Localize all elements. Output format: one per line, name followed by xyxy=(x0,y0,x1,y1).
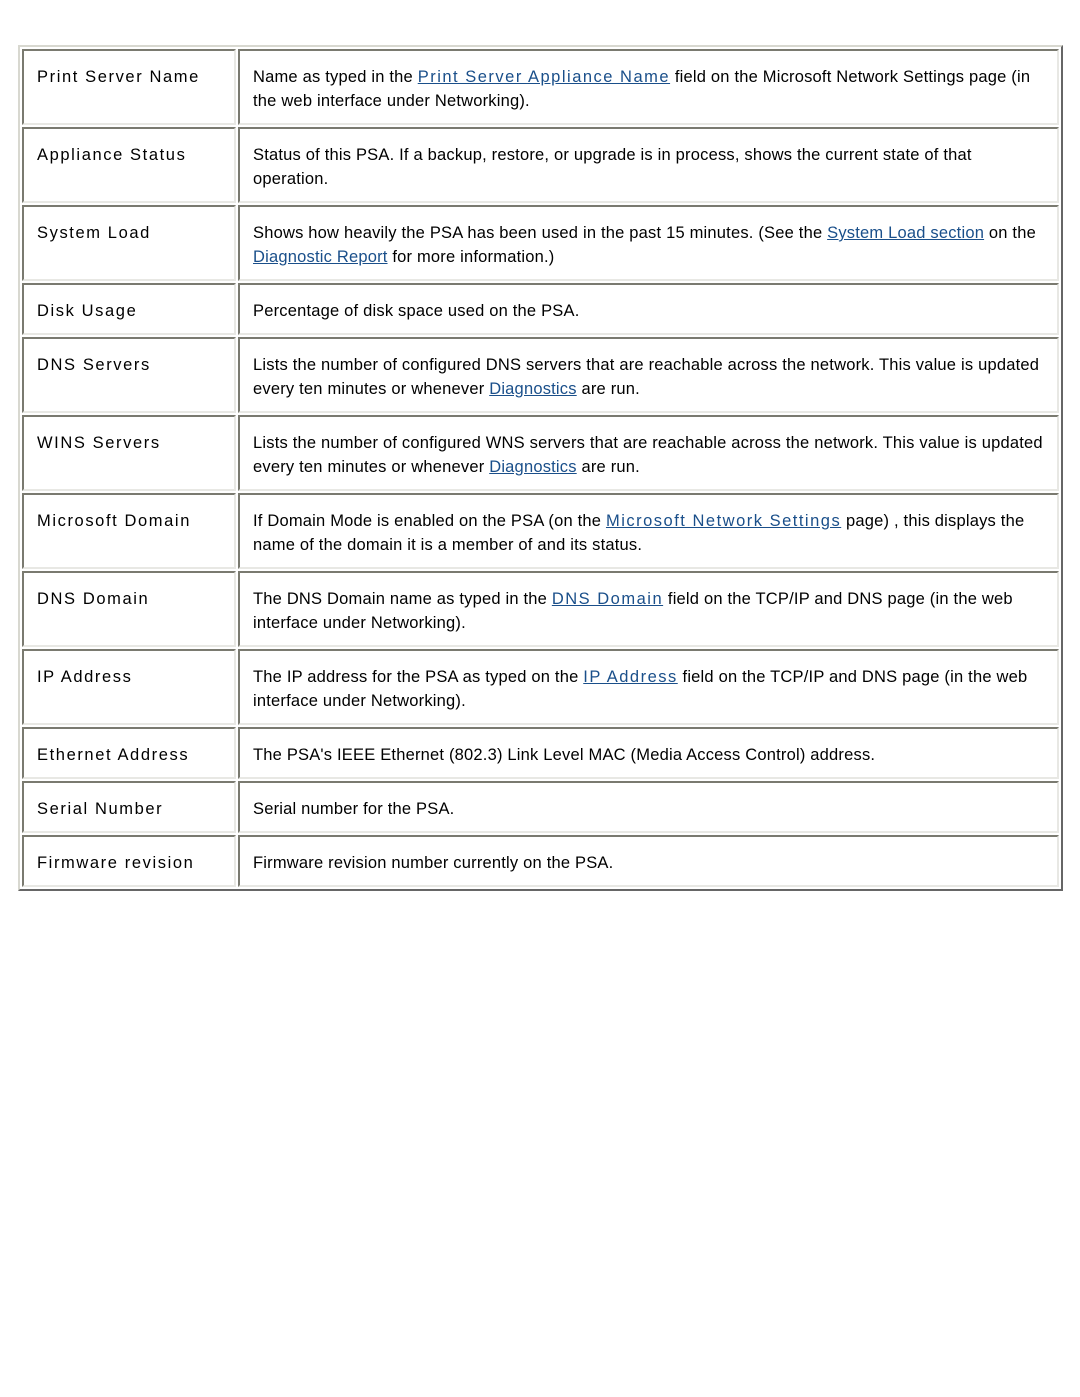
system-load-section-link[interactable]: System Load section xyxy=(827,224,984,242)
term-cell: DNS Servers xyxy=(22,337,236,413)
table-row: IP Address The IP address for the PSA as… xyxy=(22,649,1059,725)
description-cell: Name as typed in the Print Server Applia… xyxy=(238,49,1059,125)
description-text: The DNS Domain name as typed in the xyxy=(253,590,552,608)
term-cell: IP Address xyxy=(22,649,236,725)
description-cell: Percentage of disk space used on the PSA… xyxy=(238,283,1059,335)
term-cell: Print Server Name xyxy=(22,49,236,125)
definitions-table: Print Server Name Name as typed in the P… xyxy=(18,45,1063,891)
description-text: on the xyxy=(984,224,1036,242)
table-row: Ethernet Address The PSA's IEEE Ethernet… xyxy=(22,727,1059,779)
description-cell: If Domain Mode is enabled on the PSA (on… xyxy=(238,493,1059,569)
term-cell: System Load xyxy=(22,205,236,281)
description-text: The PSA's IEEE Ethernet (802.3) Link Lev… xyxy=(253,746,876,764)
ip-address-link[interactable]: IP Address xyxy=(583,668,678,686)
dns-domain-link[interactable]: DNS Domain xyxy=(552,590,663,608)
term-cell: Disk Usage xyxy=(22,283,236,335)
description-cell: Lists the number of configured WNS serve… xyxy=(238,415,1059,491)
description-text: The IP address for the PSA as typed on t… xyxy=(253,668,584,686)
diagnostics-link[interactable]: Diagnostics xyxy=(489,380,577,398)
table-row: System Load Shows how heavily the PSA ha… xyxy=(22,205,1059,281)
table-row: Serial Number Serial number for the PSA. xyxy=(22,781,1059,833)
description-text: If Domain Mode is enabled on the PSA (on… xyxy=(253,512,606,530)
microsoft-network-settings-link[interactable]: Microsoft Network Settings xyxy=(606,512,841,530)
diagnostics-link[interactable]: Diagnostics xyxy=(489,458,577,476)
table-row: Microsoft Domain If Domain Mode is enabl… xyxy=(22,493,1059,569)
table-row: DNS Servers Lists the number of configur… xyxy=(22,337,1059,413)
description-text: Lists the number of configured WNS serve… xyxy=(253,434,1043,476)
description-text: Serial number for the PSA. xyxy=(253,800,455,818)
description-cell: The PSA's IEEE Ethernet (802.3) Link Lev… xyxy=(238,727,1059,779)
table-row: WINS Servers Lists the number of configu… xyxy=(22,415,1059,491)
table-row: Firmware revision Firmware revision numb… xyxy=(22,835,1059,887)
description-text: are run. xyxy=(576,458,640,476)
table-row: DNS Domain The DNS Domain name as typed … xyxy=(22,571,1059,647)
term-cell: Firmware revision xyxy=(22,835,236,887)
description-text: Name as typed in the xyxy=(253,68,418,86)
term-cell: Microsoft Domain xyxy=(22,493,236,569)
table-row: Appliance Status Status of this PSA. If … xyxy=(22,127,1059,203)
description-cell: Firmware revision number currently on th… xyxy=(238,835,1059,887)
term-cell: Appliance Status xyxy=(22,127,236,203)
description-cell: Status of this PSA. If a backup, restore… xyxy=(238,127,1059,203)
description-cell: Serial number for the PSA. xyxy=(238,781,1059,833)
description-text: are run. xyxy=(576,380,640,398)
description-cell: The DNS Domain name as typed in the DNS … xyxy=(238,571,1059,647)
description-text: Firmware revision number currently on th… xyxy=(253,854,614,872)
description-text: Shows how heavily the PSA has been used … xyxy=(253,224,828,242)
description-text: Status of this PSA. If a backup, restore… xyxy=(253,146,972,188)
description-cell: Lists the number of configured DNS serve… xyxy=(238,337,1059,413)
print-server-appliance-name-link[interactable]: Print Server Appliance Name xyxy=(418,68,670,86)
term-cell: WINS Servers xyxy=(22,415,236,491)
term-cell: Ethernet Address xyxy=(22,727,236,779)
table-row: Disk Usage Percentage of disk space used… xyxy=(22,283,1059,335)
term-cell: Serial Number xyxy=(22,781,236,833)
table-row: Print Server Name Name as typed in the P… xyxy=(22,49,1059,125)
description-text: for more information.) xyxy=(387,248,555,266)
description-cell: Shows how heavily the PSA has been used … xyxy=(238,205,1059,281)
term-cell: DNS Domain xyxy=(22,571,236,647)
description-text: Lists the number of configured DNS serve… xyxy=(253,356,1040,398)
diagnostic-report-link[interactable]: Diagnostic Report xyxy=(253,248,388,266)
description-text: Percentage of disk space used on the PSA… xyxy=(253,302,580,320)
description-cell: The IP address for the PSA as typed on t… xyxy=(238,649,1059,725)
